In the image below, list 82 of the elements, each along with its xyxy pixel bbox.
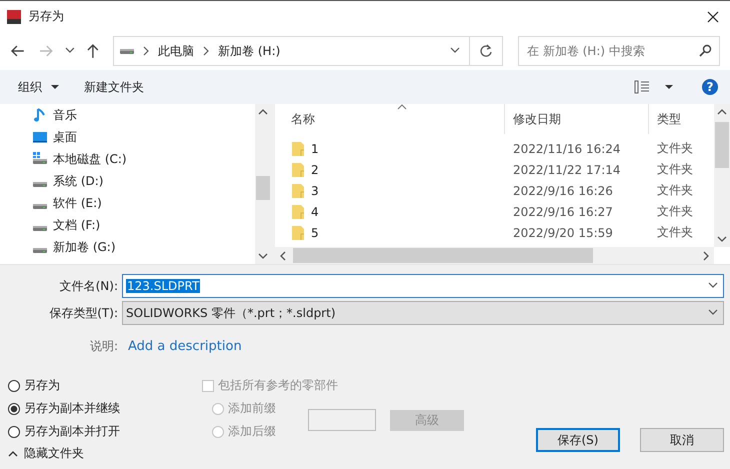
field-label: 文件名(N): xyxy=(58,278,119,294)
search-field[interactable]: 在 新加卷 (H:) 中搜索 xyxy=(518,36,720,66)
chevron-down-icon xyxy=(717,235,727,243)
file-name[interactable]: 5 xyxy=(311,226,319,240)
radio-option[interactable]: 另存为副本并继续 xyxy=(8,397,202,420)
new-folder-button[interactable]: 新建文件夹 xyxy=(76,74,152,100)
drive-icon xyxy=(120,48,134,54)
sidebar-item[interactable]: 文档 (F:) xyxy=(53,216,100,234)
drive-icon xyxy=(32,151,48,167)
folder-icon xyxy=(291,182,305,198)
chevron-right-icon xyxy=(202,46,210,56)
sort-caret-icon xyxy=(397,104,407,110)
table-cell-text: 文件夹 xyxy=(656,224,694,241)
app-icon xyxy=(6,8,22,24)
table-cell-text: 文件夹 xyxy=(656,203,694,220)
sidebar-item[interactable]: 软件 (E:) xyxy=(53,194,102,212)
radio-option[interactable]: 另存为副本并打开 xyxy=(8,420,202,443)
view-list-icon[interactable] xyxy=(634,80,650,94)
file-name[interactable]: 1 xyxy=(311,142,319,156)
hide-folders-toggle[interactable]: 隐藏文件夹 xyxy=(24,445,84,462)
radio-option[interactable]: 另存为 xyxy=(8,374,202,397)
window-title: 另存为 xyxy=(28,8,64,25)
chevron-left-icon xyxy=(279,250,287,260)
drive-icon xyxy=(33,182,47,186)
folder-icon xyxy=(291,224,305,240)
close-icon[interactable] xyxy=(706,10,720,24)
column-header[interactable]: 修改日期 xyxy=(505,104,649,134)
caret-up-icon[interactable] xyxy=(8,450,18,458)
address-bar[interactable]: 此电脑 新加卷 (H:) xyxy=(113,36,503,66)
drive-icon xyxy=(33,226,47,230)
file-name[interactable]: 3 xyxy=(311,184,319,198)
scrollbar[interactable] xyxy=(275,247,714,264)
caret-down-icon xyxy=(50,84,60,90)
file-name[interactable]: 4 xyxy=(311,204,319,218)
cancel-button[interactable]: 取消 xyxy=(640,428,724,452)
help-button[interactable]: ? xyxy=(702,79,718,95)
refresh-icon xyxy=(479,44,493,58)
breadcrumb-item[interactable]: 新加卷 (H:) xyxy=(218,42,280,60)
table-cell-text: 文件夹 xyxy=(656,140,694,157)
chevron-right-icon xyxy=(142,46,150,56)
organize-menu[interactable]: 组织 xyxy=(10,74,68,100)
scrollbar[interactable] xyxy=(714,104,730,247)
filename-field[interactable]: 123.SLDPRT xyxy=(122,274,724,298)
sidebar-item[interactable]: 新加卷 (G:) xyxy=(53,238,116,256)
sidebar-item[interactable]: 桌面 xyxy=(53,128,77,146)
table-cell-text: 2022/11/16 16:24 xyxy=(512,142,622,156)
description-link[interactable]: Add a description xyxy=(128,338,242,354)
table-cell-text: 2022/9/16 16:26 xyxy=(512,184,614,198)
scroll-thumb[interactable] xyxy=(715,122,729,168)
table-cell-text: 文件夹 xyxy=(656,161,694,178)
drive-icon xyxy=(33,248,47,252)
folder-icon xyxy=(291,204,305,220)
chevron-up-icon xyxy=(717,108,727,116)
file-type-dropdown[interactable]: SOLIDWORKS 零件（*.prt；*.sldprt) xyxy=(122,301,724,325)
chevron-up-icon xyxy=(258,108,268,116)
scroll-thumb[interactable] xyxy=(256,176,270,200)
search-icon[interactable] xyxy=(698,44,712,58)
folder-icon xyxy=(291,140,305,156)
table-cell-text: 2022/9/20 15:59 xyxy=(512,226,614,240)
column-header[interactable]: 名称 xyxy=(283,104,505,134)
sidebar-item[interactable]: 音乐 xyxy=(53,106,77,124)
save-button[interactable]: 保存(S) xyxy=(536,428,620,452)
affix-field[interactable] xyxy=(308,409,376,431)
back-arrow-icon[interactable] xyxy=(10,43,26,59)
sidebar-item[interactable]: 本地磁盘 (C:) xyxy=(53,150,127,168)
sidebar-item[interactable]: 系统 (D:) xyxy=(53,172,104,190)
caret-down-icon[interactable] xyxy=(664,84,674,90)
drive-icon xyxy=(33,204,47,208)
desktop-icon xyxy=(32,129,48,145)
table-cell-text: 文件夹 xyxy=(656,182,694,199)
folder-icon xyxy=(291,162,305,178)
chevron-right-icon xyxy=(702,250,710,260)
breadcrumb-item[interactable]: 此电脑 xyxy=(158,42,194,60)
column-header[interactable]: 类型 xyxy=(649,104,714,134)
field-label: 说明: xyxy=(88,338,119,354)
file-name[interactable]: 2 xyxy=(311,162,319,176)
scrollbar[interactable] xyxy=(255,104,271,264)
table-cell-text: 2022/11/22 17:14 xyxy=(512,162,622,176)
scroll-thumb[interactable] xyxy=(293,248,593,263)
table-cell-text: 2022/9/16 16:27 xyxy=(512,204,614,218)
field-label: 保存类型(T): xyxy=(48,304,119,322)
chevron-down-icon xyxy=(258,252,268,260)
